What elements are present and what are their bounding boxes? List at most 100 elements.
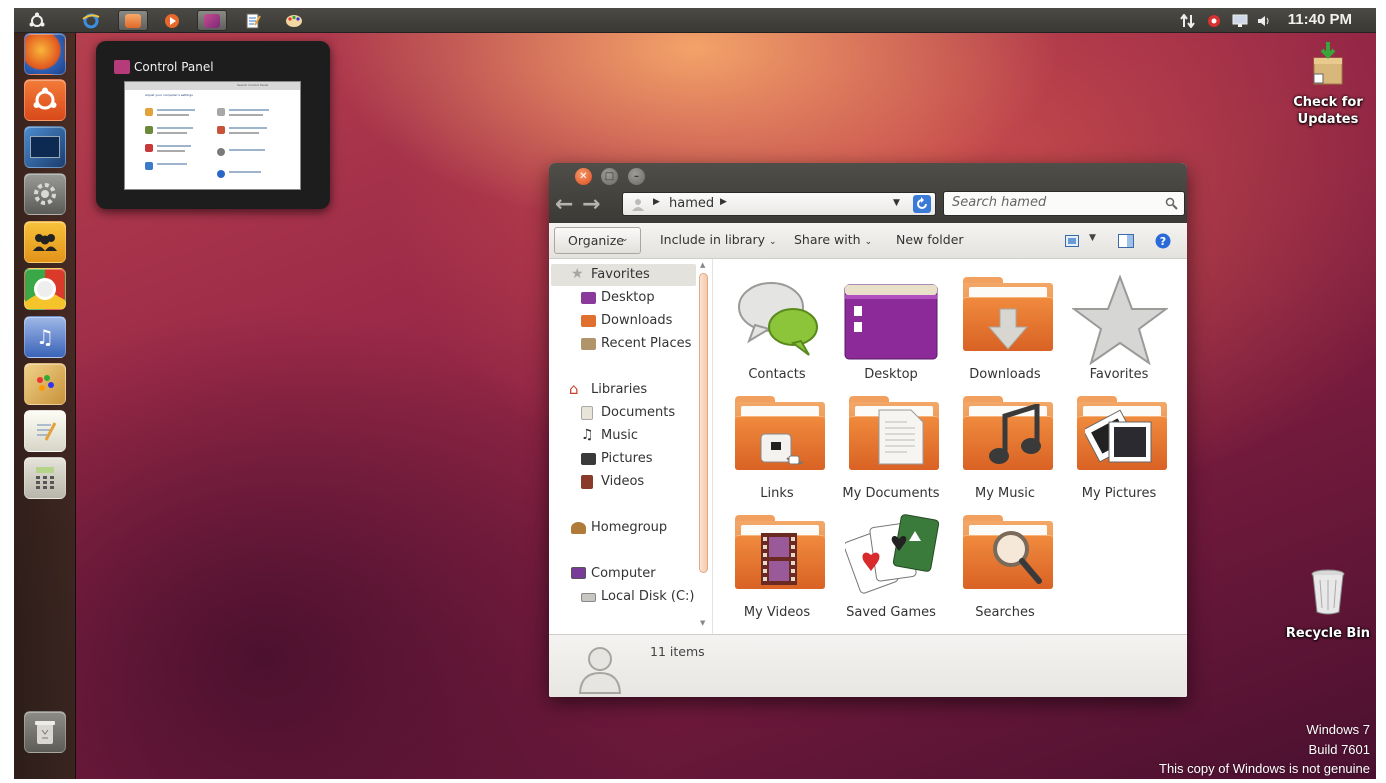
control-panel-icon (114, 60, 130, 74)
control-panel-preview[interactable]: Control Panel Adjust your computer's set… (96, 41, 330, 209)
tile-label: Saved Games (846, 605, 936, 620)
homegroup-icon (571, 522, 586, 534)
wordpad-icon[interactable] (238, 10, 268, 31)
breadcrumb-arrow-icon[interactable]: ▶ (720, 197, 727, 207)
tile-downloads[interactable]: Downloads (949, 267, 1061, 385)
sidebar-item-favorites[interactable]: ★ Favorites (571, 266, 650, 282)
sidebar-item-documents[interactable]: Documents (581, 405, 675, 420)
people-icon[interactable] (24, 221, 66, 263)
clock[interactable]: 11:40 PM (1288, 11, 1352, 28)
include-in-library-button[interactable]: Include in library ⌄ (660, 232, 777, 247)
sidebar-item-homegroup[interactable]: Homegroup (571, 520, 667, 535)
sidebar-item-desktop[interactable]: Desktop (581, 290, 655, 305)
back-arrow-icon[interactable]: ← (555, 192, 573, 217)
include-in-library-label: Include in library (660, 232, 766, 247)
sidebar-item-computer[interactable]: Computer (571, 566, 656, 581)
tile-my-videos[interactable]: My Videos (721, 505, 833, 623)
sidebar-item-downloads[interactable]: Downloads (581, 313, 672, 328)
media-player-icon[interactable] (157, 10, 187, 31)
sidebar-item-videos[interactable]: Videos (581, 474, 644, 489)
notepad-icon[interactable] (24, 410, 66, 452)
forward-arrow-icon[interactable]: → (582, 192, 600, 217)
volume-icon[interactable] (1256, 13, 1272, 27)
ubuntu-software-icon[interactable] (24, 79, 66, 121)
sidebar-item-label: Homegroup (591, 520, 668, 535)
view-options-icon[interactable] (1065, 235, 1079, 247)
help-icon[interactable]: ? (1155, 233, 1171, 249)
tile-label: Searches (975, 605, 1035, 620)
paint-palette-icon[interactable] (24, 363, 66, 405)
item-count: 11 items (650, 644, 705, 659)
chrome-icon[interactable] (24, 268, 66, 310)
check-for-updates-shortcut[interactable]: Check for Updates (1288, 40, 1368, 128)
scroll-down-icon[interactable]: ▼ (700, 619, 705, 627)
content-pane: Contacts Desktop Downloads Favorites Lin… (712, 259, 1187, 634)
sidebar-item-label: Libraries (591, 382, 648, 397)
sidebar-item-label: Downloads (601, 313, 673, 328)
control-panel-icon[interactable] (197, 10, 227, 31)
favorites-star-icon (1072, 275, 1168, 365)
music-note-icon (989, 404, 1041, 464)
star-icon: ★ (571, 266, 584, 282)
sidebar-item-recent-places[interactable]: Recent Places (581, 336, 691, 351)
address-dropdown-icon[interactable]: ▼ (893, 198, 900, 208)
search-input[interactable]: Search hamed (943, 191, 1185, 216)
address-bar[interactable]: ▶ hamed ▶ ▼ (622, 192, 936, 216)
music-note-icon: ♫ (581, 427, 594, 443)
view-dropdown-icon[interactable]: ▼ (1089, 233, 1096, 243)
preview-pane-icon[interactable] (1118, 234, 1134, 248)
tile-favorites[interactable]: Favorites (1063, 267, 1175, 385)
trash-icon[interactable] (24, 711, 66, 753)
close-icon[interactable]: ✕ (575, 168, 592, 185)
tile-my-music[interactable]: My Music (949, 386, 1061, 504)
sidebar-scrollbar[interactable]: ▲ ▼ (697, 261, 710, 629)
sidebar-item-local-disk[interactable]: Local Disk (C:) (581, 589, 694, 604)
desktop-screen: 11:40 PM ♫ Control Panel Adjust your com… (14, 8, 1376, 779)
breadcrumb-arrow-icon[interactable]: ▶ (653, 197, 660, 207)
tile-contacts[interactable]: Contacts (721, 267, 833, 385)
calculator-icon[interactable] (24, 457, 66, 499)
scroll-thumb[interactable] (699, 273, 708, 573)
control-panel-thumbnail: Adjust your computer's settings Search C… (124, 81, 301, 190)
tile-my-documents[interactable]: My Documents (835, 386, 947, 504)
recycle-bin-shortcut[interactable]: Recycle Bin (1283, 568, 1373, 641)
sidebar-item-label: Local Disk (C:) (601, 589, 695, 604)
scroll-up-icon[interactable]: ▲ (700, 261, 705, 269)
maximize-icon[interactable]: □ (601, 168, 618, 185)
watermark-line1: Windows 7 (1306, 722, 1370, 737)
tile-label: Contacts (748, 367, 806, 382)
monitor-icon[interactable] (1232, 13, 1248, 27)
firefox-icon[interactable] (24, 33, 66, 75)
explorer-folder-icon[interactable] (118, 10, 148, 31)
tile-saved-games[interactable]: Saved Games (835, 505, 947, 623)
internet-explorer-icon[interactable] (76, 10, 106, 31)
minimize-icon[interactable]: – (628, 168, 645, 185)
sidebar-item-pictures[interactable]: Pictures (581, 451, 652, 466)
tile-my-pictures[interactable]: My Pictures (1063, 386, 1175, 504)
documents-icon (581, 406, 593, 420)
sidebar-item-music[interactable]: ♫ Music (581, 427, 638, 443)
address-text[interactable]: hamed (669, 196, 714, 211)
organize-label: Organize (568, 233, 624, 248)
terminal-icon[interactable] (24, 126, 66, 168)
organize-button[interactable]: Organize ⌄ (554, 227, 641, 254)
sidebar-item-libraries[interactable]: ⌂ Libraries (569, 380, 648, 398)
itunes-icon[interactable]: ♫ (24, 316, 66, 358)
search-icon[interactable] (1165, 197, 1178, 210)
new-folder-button[interactable]: New folder (896, 232, 964, 247)
refresh-icon[interactable] (913, 195, 931, 213)
paint-icon[interactable] (279, 10, 309, 31)
tile-searches[interactable]: Searches (949, 505, 1061, 623)
link-icon (760, 433, 804, 465)
share-with-label: Share with (794, 232, 861, 247)
ubuntu-logo-icon[interactable] (22, 10, 52, 31)
network-arrows-icon[interactable] (1180, 13, 1196, 29)
antivirus-icon[interactable] (1207, 13, 1223, 27)
share-with-button[interactable]: Share with ⌄ (794, 232, 872, 247)
tile-desktop[interactable]: Desktop (835, 267, 947, 385)
command-bar: Organize ⌄ Include in library ⌄ Share wi… (549, 223, 1187, 259)
tile-label: Desktop (864, 367, 918, 382)
tile-links[interactable]: Links (721, 386, 833, 504)
settings-gear-icon[interactable] (24, 173, 66, 215)
chevron-down-icon: ⌄ (769, 237, 777, 247)
